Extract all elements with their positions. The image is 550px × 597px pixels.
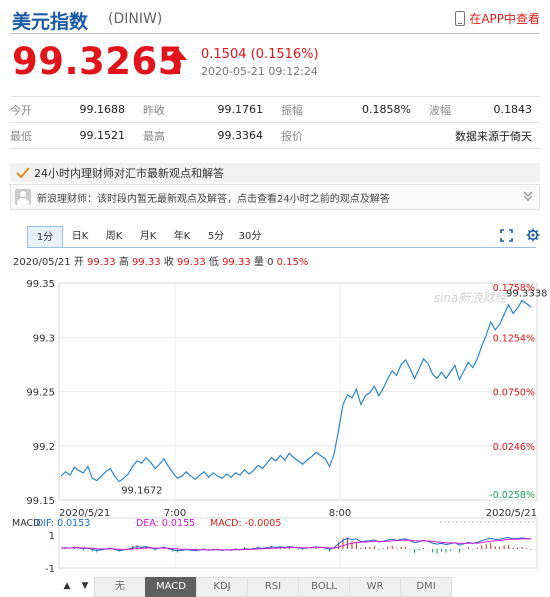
y-right-tick-label: 0.1254%	[493, 333, 535, 344]
macd-legend-1: DEA: 0.0155	[136, 518, 195, 529]
indicator-tab-none[interactable]: 无	[94, 577, 146, 597]
low-annotation: 99.1672	[121, 486, 162, 497]
price-chart[interactable]: 99.3599.399.2599.299.150.1758%0.1254%0.0…	[0, 0, 550, 597]
indicator-tab-boll[interactable]: BOLL	[298, 577, 350, 597]
indicator-tab-dmi[interactable]: DMI	[400, 577, 452, 597]
x-tick-label: 8:00	[329, 508, 351, 519]
y-tick-label: 99.35	[26, 279, 55, 290]
indicator-tab-wr[interactable]: WR	[349, 577, 401, 597]
high-annotation: 99.3338	[506, 288, 547, 299]
watermark-logo: sina新浪财经	[434, 291, 509, 305]
y-right-tick-label: 0.0246%	[493, 442, 535, 453]
indicator-tab-kdj[interactable]: KDJ	[196, 577, 248, 597]
y-tick-label: 99.15	[26, 496, 55, 507]
y-tick-label: 99.25	[26, 388, 55, 399]
indicator-tabs: ▲ ▼ 无 MACD KDJ RSI BOLL WR DMI	[58, 577, 452, 597]
macd-y-tick: -1	[45, 564, 55, 575]
indicator-tab-rsi[interactable]: RSI	[247, 577, 299, 597]
x-tick-label: 2020/5/21	[486, 508, 537, 519]
y-right-tick-label: 0.0750%	[493, 388, 535, 399]
indicator-tab-macd[interactable]: MACD	[145, 577, 197, 597]
y-right-tick-label: -0.0258%	[489, 490, 535, 501]
y-tick-label: 99.2	[33, 442, 55, 453]
y-tick-label: 99.3	[33, 333, 55, 344]
scroll-up-button[interactable]: ▲	[58, 577, 76, 595]
macd-legend-0: DIF: 0.0153	[36, 518, 90, 529]
scroll-down-button[interactable]: ▼	[76, 577, 94, 595]
macd-legend-2: MACD: -0.0005	[210, 518, 281, 529]
macd-y-tick: 1	[49, 531, 55, 542]
